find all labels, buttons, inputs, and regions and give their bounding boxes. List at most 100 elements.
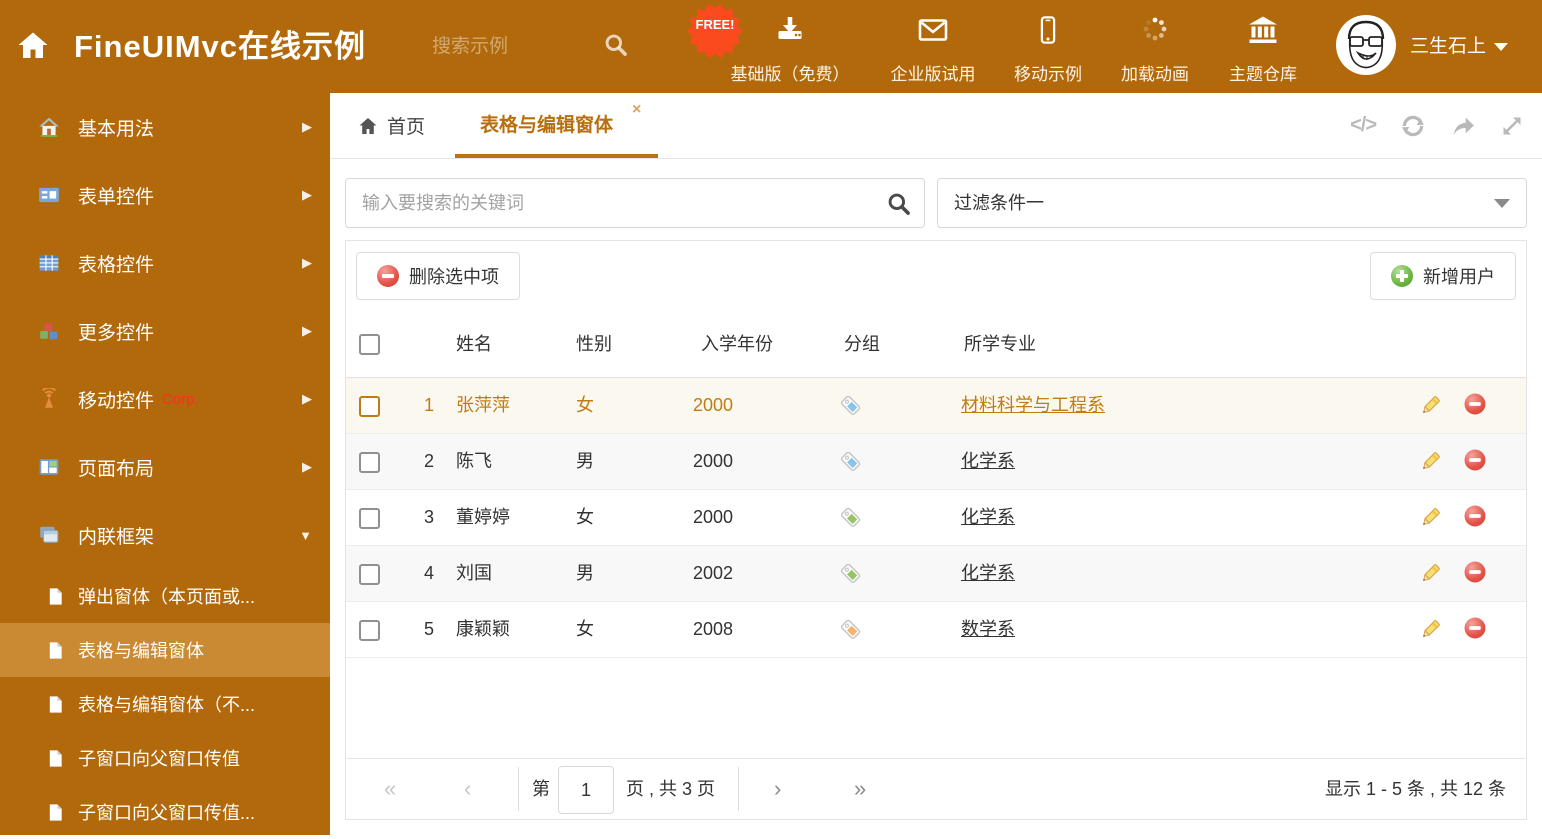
page-number-input[interactable]	[558, 766, 614, 814]
column-header-major[interactable]: 所学专业	[964, 311, 1036, 377]
tab-home[interactable]: 首页	[358, 93, 425, 158]
code-icon[interactable]: </>	[1350, 114, 1377, 137]
row-checkbox[interactable]	[359, 452, 380, 473]
avatar[interactable]	[1336, 15, 1396, 75]
grid-panel: 删除选中项 新增用户 姓名 性别 入学年份 分组 所学专业 1 张萍萍 女 20…	[345, 240, 1527, 820]
delete-icon[interactable]	[1464, 505, 1486, 532]
user-name: 三生石上	[1410, 36, 1487, 57]
column-header-name[interactable]: 姓名	[456, 311, 492, 377]
row-name: 陈飞	[456, 451, 492, 471]
column-header-gender[interactable]: 性别	[576, 311, 612, 377]
keyword-search-box	[345, 178, 925, 228]
table-row: 3 董婷婷 女 2000 化学系	[346, 490, 1526, 546]
delete-icon[interactable]	[1464, 393, 1486, 420]
app-header: FineUIMvc在线示例 FREE! 基础版（免费） 企业版试用 移动示例 加…	[0, 0, 1542, 93]
row-gender: 女	[576, 507, 594, 527]
row-gender: 女	[576, 619, 594, 639]
edit-icon[interactable]	[1418, 505, 1443, 535]
row-number: 1	[423, 395, 434, 415]
doc-icon	[46, 749, 64, 767]
major-link[interactable]: 化学系	[961, 434, 1015, 489]
search-icon[interactable]	[885, 190, 912, 222]
table-header: 姓名 性别 入学年份 分组 所学专业	[346, 311, 1526, 378]
header-nav-item[interactable]: 基础版（免费）	[715, 14, 865, 85]
sidebar-item[interactable]: 内联框架 ▼	[0, 501, 330, 569]
user-menu[interactable]: 三生石上	[1410, 0, 1509, 93]
row-year: 2002	[693, 563, 734, 583]
sidebar-item[interactable]: 页面布局 ▶	[0, 433, 330, 501]
column-header-group[interactable]: 分组	[844, 311, 880, 377]
sidebar-subitem[interactable]: 子窗口向父窗口传值...	[0, 785, 330, 839]
header-nav: 基础版（免费） 企业版试用 移动示例 加载动画 主题仓库	[330, 0, 1297, 93]
sidebar-item[interactable]: 移动控件 Corp. ▶	[0, 365, 330, 433]
delete-icon[interactable]	[1464, 561, 1486, 588]
row-checkbox[interactable]	[359, 620, 380, 641]
home-icon	[359, 117, 377, 134]
delete-icon[interactable]	[1464, 449, 1486, 476]
row-number: 2	[423, 451, 434, 471]
major-link[interactable]: 化学系	[961, 490, 1015, 545]
row-year: 2000	[693, 395, 734, 415]
row-year: 2000	[693, 451, 734, 471]
minus-icon	[377, 265, 399, 287]
grid-icon	[38, 252, 60, 274]
grid-toolbar: 删除选中项 新增用户	[346, 241, 1526, 311]
last-page-button[interactable]: »	[854, 759, 866, 819]
next-page-button[interactable]: ›	[774, 759, 781, 819]
tab-active[interactable]: 表格与编辑窗体	[480, 93, 613, 158]
row-year: 2008	[693, 619, 734, 639]
row-gender: 男	[576, 563, 594, 583]
major-link[interactable]: 材料科学与工程系	[961, 378, 1105, 433]
table-body: 1 张萍萍 女 2000 材料科学与工程系 2 陈飞 男 2000 化学系 3 …	[346, 378, 1526, 658]
keyword-search-input[interactable]	[346, 179, 908, 227]
edit-icon[interactable]	[1418, 393, 1443, 423]
close-icon[interactable]: ×	[632, 101, 641, 119]
sidebar-item[interactable]: 更多控件 ▶	[0, 297, 330, 365]
edit-icon[interactable]	[1418, 449, 1443, 479]
row-gender: 女	[576, 395, 594, 415]
forward-icon[interactable]	[1450, 113, 1476, 139]
row-gender: 男	[576, 451, 594, 471]
sidebar-subitem[interactable]: 表格与编辑窗体（不...	[0, 677, 330, 731]
sidebar-subitem[interactable]: 子窗口向父窗口传值	[0, 731, 330, 785]
add-user-button[interactable]: 新增用户	[1370, 252, 1516, 300]
sidebar-subitem[interactable]: 弹出窗体（本页面或...	[0, 569, 330, 623]
chevron-right-icon: ▶	[302, 187, 312, 202]
select-all-checkbox[interactable]	[359, 334, 380, 355]
tag-icon	[839, 393, 864, 423]
filter-dropdown[interactable]: 过滤条件一	[937, 178, 1527, 228]
home-icon[interactable]	[16, 29, 50, 63]
row-checkbox[interactable]	[359, 396, 380, 417]
table-row: 4 刘国 男 2002 化学系	[346, 546, 1526, 602]
sidebar: 基本用法 ▶ 表单控件 ▶ 表格控件 ▶ 更多控件 ▶ 移动控件 Corp. ▶…	[0, 93, 330, 835]
row-number: 4	[423, 563, 434, 583]
column-header-year[interactable]: 入学年份	[701, 311, 773, 377]
sidebar-item[interactable]: 表格控件 ▶	[0, 229, 330, 297]
sidebar-item[interactable]: 基本用法 ▶	[0, 93, 330, 161]
edit-icon[interactable]	[1418, 617, 1443, 647]
major-link[interactable]: 数学系	[961, 602, 1015, 657]
chevron-right-icon: ▶	[302, 459, 312, 474]
chevron-down-icon: ▼	[299, 527, 312, 543]
delete-selected-button[interactable]: 删除选中项	[356, 252, 520, 300]
major-link[interactable]: 化学系	[961, 546, 1015, 601]
first-page-button[interactable]: «	[384, 759, 396, 819]
chevron-right-icon: ▶	[302, 323, 312, 338]
edit-icon[interactable]	[1418, 561, 1443, 591]
row-name: 刘国	[456, 563, 492, 583]
tag-icon	[839, 617, 864, 647]
cubes-icon	[38, 320, 60, 342]
prev-page-button[interactable]: ‹	[464, 759, 471, 819]
row-checkbox[interactable]	[359, 508, 380, 529]
header-nav-item[interactable]: 主题仓库	[1188, 14, 1338, 85]
expand-icon[interactable]	[1500, 114, 1524, 138]
sidebar-subitem[interactable]: 表格与编辑窗体	[0, 623, 330, 677]
delete-icon[interactable]	[1464, 617, 1486, 644]
refresh-icon[interactable]	[1400, 113, 1426, 139]
row-checkbox[interactable]	[359, 564, 380, 585]
sidebar-item[interactable]: 表单控件 ▶	[0, 161, 330, 229]
doc-icon	[46, 803, 64, 821]
row-name: 张萍萍	[456, 395, 510, 415]
row-number: 3	[423, 507, 434, 527]
record-summary: 显示 1 - 5 条 , 共 12 条	[1324, 779, 1506, 799]
